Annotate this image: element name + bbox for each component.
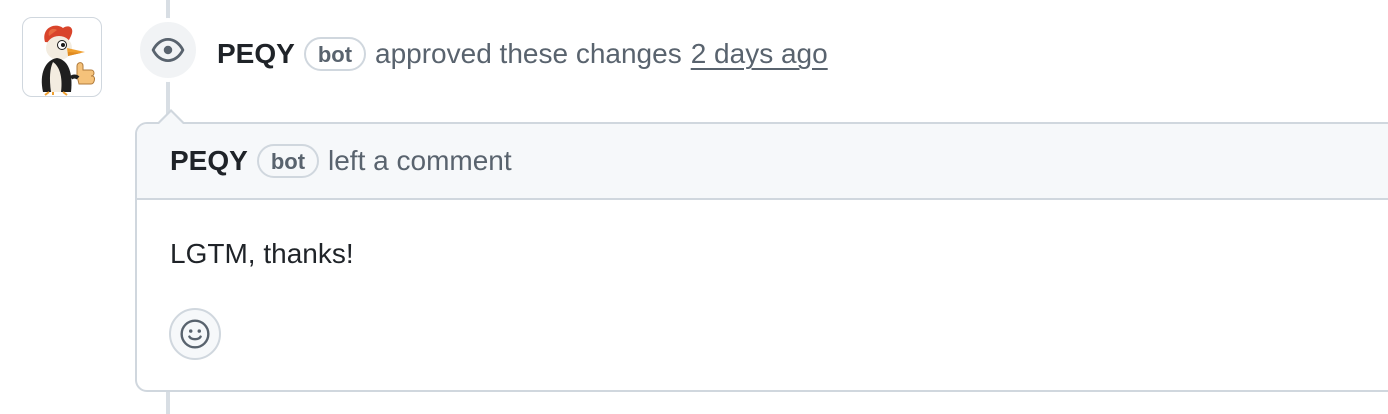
bot-badge: bot <box>303 37 367 71</box>
review-action-text: approved these changes <box>375 38 682 69</box>
add-reaction-button[interactable] <box>169 308 221 360</box>
timestamp-link[interactable]: 2 days ago <box>691 38 828 70</box>
review-comment: PEQY bot left a comment LGTM, thanks! <box>135 122 1388 392</box>
comment-header: PEQY bot left a comment <box>137 124 1388 200</box>
comment-caret-fill <box>159 112 183 124</box>
review-event-badge <box>136 18 200 82</box>
smiley-icon <box>180 319 210 349</box>
review-timeline-item: PEQY bot approved these changes 2 days a… <box>0 0 1388 414</box>
woodpecker-avatar-icon <box>41 25 95 96</box>
comment-body: LGTM, thanks! <box>170 238 354 269</box>
author-link[interactable]: PEQY <box>217 38 295 70</box>
comment-author-link[interactable]: PEQY <box>170 145 248 177</box>
author-avatar[interactable] <box>22 17 102 97</box>
comment-header-text: left a comment <box>328 145 512 176</box>
comment-bot-badge: bot <box>256 144 320 178</box>
eye-icon <box>151 37 185 63</box>
review-event-line: PEQY bot approved these changes 2 days a… <box>217 34 828 74</box>
